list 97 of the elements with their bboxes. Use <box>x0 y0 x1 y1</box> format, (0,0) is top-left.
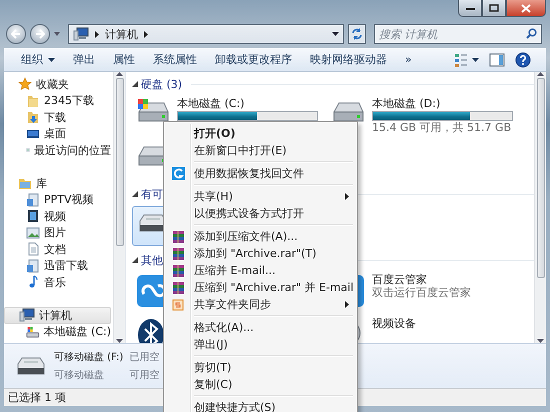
device-name: 视频设备 <box>372 318 416 330</box>
maximize-icon <box>489 4 499 12</box>
search-field[interactable]: 搜索 计算机 <box>374 24 542 44</box>
recovery-app-icon <box>172 167 184 180</box>
breadcrumb[interactable]: 计算机 <box>105 26 138 42</box>
toolbar-button[interactable]: 映射网络驱动器 <box>303 49 394 70</box>
sidebar-item[interactable]: 音乐 <box>4 274 111 290</box>
download-folder-icon <box>26 110 40 124</box>
menu-item[interactable]: 格式化(A)... <box>166 319 355 336</box>
address-bar[interactable]: 计算机 <box>68 24 344 44</box>
computer-icon <box>73 27 89 41</box>
sidebar-item[interactable]: 视频 <box>4 208 111 224</box>
preview-pane-icon <box>489 52 505 66</box>
refresh-button[interactable] <box>348 24 366 44</box>
chevron-icon[interactable] <box>95 30 99 38</box>
back-button[interactable] <box>6 24 26 44</box>
forward-button[interactable] <box>30 24 50 44</box>
windows-drive-icon <box>26 324 40 339</box>
caret-icon[interactable] <box>48 58 55 62</box>
menu-item[interactable]: 使用数据恢复找回文件 <box>166 165 355 182</box>
sidebar-item[interactable]: 计算机 <box>4 307 111 324</box>
view-icon <box>454 52 468 66</box>
maximize-button[interactable] <box>482 0 506 17</box>
sidebar-item[interactable]: 文档 <box>4 241 111 258</box>
section-header[interactable]: 其他 <box>141 252 163 268</box>
archive-icon <box>172 280 184 294</box>
scrollbar-thumb[interactable] <box>536 78 544 278</box>
sidebar-item[interactable]: 库 <box>4 175 111 192</box>
drive-space-text: 15.4 GB 可用，共 51.7 GB <box>372 122 512 134</box>
caret-icon[interactable] <box>332 32 339 36</box>
toolbar-button[interactable]: 属性 <box>106 49 142 70</box>
menu-item[interactable]: 剪切(T) <box>166 359 355 376</box>
minimize-button[interactable] <box>458 0 482 17</box>
expanded-triangle-icon[interactable] <box>132 191 138 197</box>
menu-item[interactable]: 压缩并 E-mail... <box>166 262 355 279</box>
menu-item[interactable]: 在新窗口中打开(E) <box>166 142 355 159</box>
expanded-triangle-icon[interactable] <box>132 257 138 263</box>
archive-icon <box>172 264 184 278</box>
toolbar-button[interactable]: 弹出 <box>66 49 102 70</box>
sidebar-item[interactable]: 收藏夹 <box>4 76 111 92</box>
scrollbar[interactable] <box>113 72 125 343</box>
pictures-icon <box>26 226 40 240</box>
close-button[interactable] <box>506 0 546 17</box>
property-label: 可用空 <box>129 368 160 382</box>
menu-item[interactable]: 添加到压缩文件(A)... <box>166 228 355 245</box>
minimize-icon <box>466 5 474 11</box>
sidebar-item[interactable]: 下载 <box>4 109 111 126</box>
device-description: 双击运行百度云管家 <box>372 287 471 299</box>
archive-icon <box>172 246 184 260</box>
document-icon <box>26 242 40 256</box>
drive-name: 本地磁盘 (C:) <box>177 98 246 110</box>
refresh-icon <box>351 28 363 40</box>
section-header[interactable]: 硬盘 (3) <box>141 76 182 92</box>
device-name: 百度云管家 <box>372 274 428 286</box>
video-library-icon <box>26 192 40 207</box>
menu-item[interactable]: 复制(C) <box>166 376 355 393</box>
search-icon <box>526 28 537 39</box>
sidebar-item[interactable]: PPTV视频 <box>4 192 111 208</box>
star-icon <box>18 77 32 92</box>
close-icon <box>521 4 531 12</box>
section-header[interactable]: 有可 <box>141 186 163 202</box>
more-button[interactable]: » <box>398 50 419 69</box>
folder-icon <box>26 94 40 108</box>
sidebar-item[interactable]: 桌面 <box>4 126 111 142</box>
toolbar-button[interactable]: 卸载或更改程序 <box>208 49 299 70</box>
sidebar-item[interactable]: 最近访问的位置 <box>4 142 111 158</box>
library-icon <box>18 176 32 190</box>
sync-app-icon <box>172 298 184 310</box>
archive-icon <box>172 230 184 244</box>
menu-item[interactable]: 以便携式设备方式打开 <box>166 205 355 222</box>
sidebar-item[interactable]: 迅雷下载 <box>4 258 111 274</box>
video-library-icon <box>26 258 40 273</box>
scrollbar[interactable] <box>534 72 546 343</box>
menu-item[interactable]: 共享文件夹同步 <box>166 296 355 313</box>
sidebar-item[interactable]: 2345下载 <box>4 92 111 109</box>
caret-icon[interactable] <box>472 58 479 62</box>
property-label: 已用空 <box>129 350 160 364</box>
menu-item[interactable]: 添加到 "Archive.rar"(T) <box>166 245 355 262</box>
status-text: 已选择 1 项 <box>8 390 66 405</box>
chevron-icon[interactable] <box>144 30 148 38</box>
item-type: 可移动磁盘 <box>54 369 105 382</box>
sidebar-item[interactable]: 图片 <box>4 224 111 241</box>
menu-item[interactable]: 压缩到 "Archive.rar" 并 E-mail <box>166 279 355 296</box>
film-icon <box>26 209 40 224</box>
drive-name: 本地磁盘 (D:) <box>372 98 442 110</box>
menu-button[interactable]: 组织 <box>14 49 62 70</box>
expanded-triangle-icon[interactable] <box>132 81 138 87</box>
sidebar-item[interactable]: 本地磁盘 (C:) <box>4 324 111 340</box>
toolbar-button[interactable]: 系统属性 <box>146 49 204 70</box>
help-icon <box>515 52 531 68</box>
back-arrow-icon <box>11 29 21 39</box>
forward-arrow-icon <box>35 29 45 39</box>
menu-item[interactable]: 弹出(J) <box>166 336 355 353</box>
menu-item[interactable]: 共享(H) <box>166 188 355 205</box>
item-name: 可移动磁盘 (F:) <box>54 351 124 364</box>
computer-icon <box>19 308 35 322</box>
scrollbar-thumb[interactable] <box>116 78 124 246</box>
